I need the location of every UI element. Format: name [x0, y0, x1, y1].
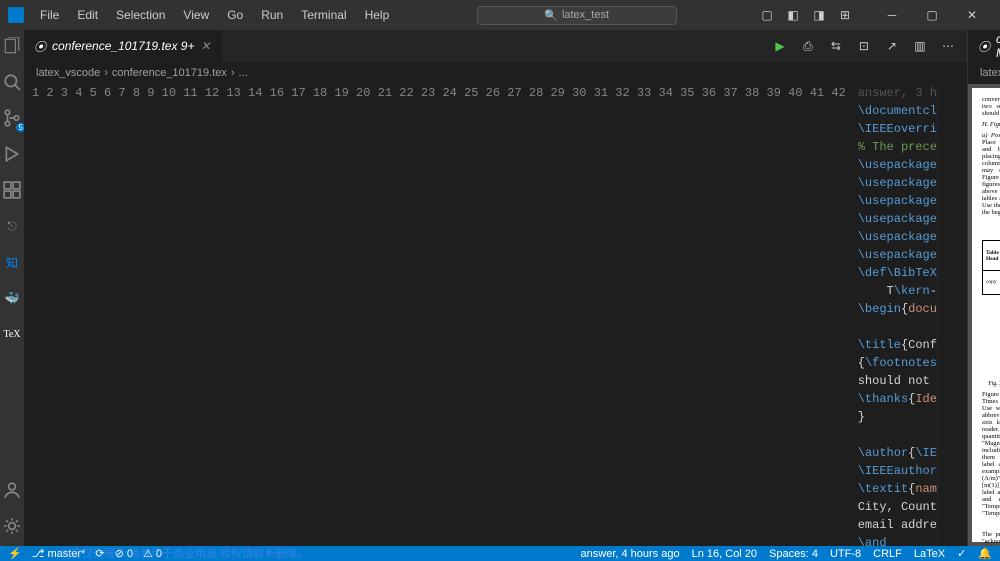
toggle-icon[interactable]: ⊡: [855, 39, 873, 53]
split-icon[interactable]: ▥: [911, 39, 929, 53]
menu-file[interactable]: File: [32, 4, 67, 26]
pdf-text: The preferred spelling of the word "ackn…: [982, 531, 1000, 546]
vscode-logo: [8, 7, 24, 23]
title-bar: File Edit Selection View Go Run Terminal…: [0, 0, 1000, 30]
pin-icon: ⦿: [978, 38, 990, 55]
run-build-icon[interactable]: ▶: [771, 39, 789, 53]
menu-edit[interactable]: Edit: [69, 4, 106, 26]
source-control-icon[interactable]: 5: [0, 106, 24, 130]
pdf-table: TableHeadTable Column Head Table column …: [982, 240, 1000, 295]
pdf-viewer[interactable]: conversely, if there are not at least tw…: [968, 84, 1000, 546]
command-center-search[interactable]: 🔍 latex_test: [477, 6, 677, 25]
pdf-text: conversely, if there are not at least tw…: [982, 96, 1000, 117]
notifications-icon[interactable]: 🔔: [978, 547, 992, 560]
settings-icon[interactable]: [0, 514, 24, 538]
cursor-position[interactable]: Ln 16, Col 20: [692, 548, 757, 560]
tab-conference-tex[interactable]: ⦿ conference_101719.tex 9+ ✕: [24, 30, 222, 62]
pdf-table-subcaption: TABLE TYPE STYLES: [982, 230, 1000, 236]
preview-panel: ⦿ conference_101719.pdf M ▥ ⋯ latex_vsco…: [967, 30, 1000, 546]
remote-indicator[interactable]: ⚡: [8, 547, 22, 560]
code-content[interactable]: answer, 3 hours ago | 1 author (answer) …: [858, 84, 937, 546]
pdf-table-caption: TABLE I: [982, 220, 1000, 226]
window-maximize[interactable]: ▢: [912, 0, 952, 30]
search-icon[interactable]: [0, 70, 24, 94]
remote-icon[interactable]: ⎋: [0, 214, 24, 238]
line-gutter: 1 2 3 4 5 6 7 8 9 10 11 12 13 14 16 17 1…: [24, 84, 858, 546]
main-menu: File Edit Selection View Go Run Terminal…: [32, 4, 397, 26]
account-icon[interactable]: [0, 478, 24, 502]
menu-go[interactable]: Go: [219, 4, 251, 26]
pdf-page: conversely, if there are not at least tw…: [972, 88, 1000, 542]
menu-view[interactable]: View: [175, 4, 217, 26]
pdf-ack-heading: ACKNOWLEDGMENT: [982, 521, 1000, 527]
run-debug-icon[interactable]: [0, 142, 24, 166]
extensions-icon[interactable]: [0, 178, 24, 202]
compare-icon[interactable]: ⇆: [827, 39, 845, 53]
explorer-icon[interactable]: [0, 34, 24, 58]
pdf-text: Figure Labels: Use 8 [3], [4] point Time…: [982, 391, 1000, 517]
layout-toggle-secondary-icon[interactable]: ◨: [808, 4, 830, 26]
encoding[interactable]: UTF-8: [830, 548, 861, 560]
layout-toggle-panel-icon[interactable]: ▢: [756, 4, 778, 26]
window-close[interactable]: ✕: [952, 0, 992, 30]
search-text: latex_test: [562, 9, 609, 21]
preview-breadcrumb[interactable]: latex_vscode › conference_101719.pdf: [968, 62, 1000, 84]
pdf-text: a) Positioning Figures and Tables: Place…: [982, 132, 1000, 216]
pin-icon: ⦿: [34, 38, 46, 55]
indentation[interactable]: Spaces: 4: [769, 548, 818, 560]
blame-indicator[interactable]: answer, 4 hours ago: [581, 548, 680, 560]
tab-conference-pdf[interactable]: ⦿ conference_101719.pdf M: [968, 30, 1000, 62]
pdf-figure-caption: Fig. 2. Example of a figure caption.: [982, 381, 1000, 387]
eol[interactable]: CRLF: [873, 548, 902, 560]
menu-terminal[interactable]: Terminal: [293, 4, 354, 26]
menu-help[interactable]: Help: [357, 4, 398, 26]
minimap[interactable]: [937, 84, 967, 546]
window-minimize[interactable]: ─: [872, 0, 912, 30]
language-mode[interactable]: LaTeX: [914, 548, 945, 560]
search-icon: 🔍: [544, 9, 558, 22]
preview-icon[interactable]: ⎙: [799, 39, 817, 54]
menu-selection[interactable]: Selection: [108, 4, 173, 26]
latex-status-icon[interactable]: ✓: [957, 547, 966, 560]
editor-tab-bar: ⦿ conference_101719.tex 9+ ✕ ▶ ⎙ ⇆ ⊡ ↗ ▥…: [24, 30, 967, 62]
docker-icon[interactable]: 🐳: [0, 286, 24, 310]
more-icon[interactable]: ⋯: [939, 39, 957, 53]
activity-bar: 5 ⎋ 知 🐳 TeX: [0, 30, 24, 546]
watermark: 内容仅供展示 请勿用于商业用途 授权请联系删除。: [60, 545, 308, 561]
close-icon[interactable]: ✕: [200, 39, 210, 53]
breadcrumb[interactable]: latex_vscode › conference_101719.tex › .…: [24, 62, 967, 84]
menu-run[interactable]: Run: [253, 4, 291, 26]
latex-icon[interactable]: TeX: [0, 322, 24, 346]
zhihu-icon[interactable]: 知: [0, 250, 24, 274]
pdf-heading: H. Figures and Tables: [982, 121, 1000, 128]
layout-customize-icon[interactable]: ⊞: [834, 4, 856, 26]
open-external-icon[interactable]: ↗: [883, 39, 901, 53]
editor-area: ⦿ conference_101719.tex 9+ ✕ ▶ ⎙ ⇆ ⊡ ↗ ▥…: [24, 30, 967, 546]
layout-toggle-sidebar-icon[interactable]: ◧: [782, 4, 804, 26]
